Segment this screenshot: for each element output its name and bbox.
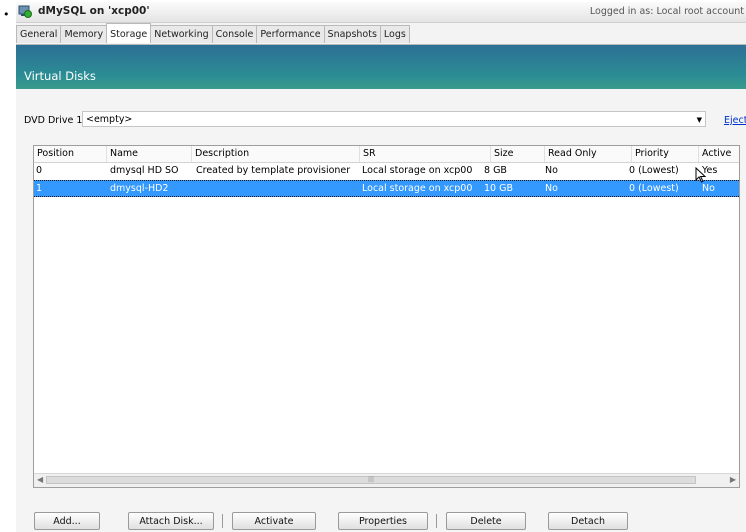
list-bullet: • — [3, 8, 10, 21]
toolbar-separator — [436, 514, 437, 528]
cell-name: dmysql-HD2 — [110, 183, 169, 194]
dvd-drive-select[interactable]: <empty> ▼ — [82, 111, 706, 127]
mouse-cursor-icon — [695, 167, 707, 183]
login-status: Logged in as: Local root account — [589, 6, 744, 17]
column-header-active[interactable]: Active — [698, 146, 731, 162]
tab-performance[interactable]: Performance — [256, 25, 325, 43]
column-header-sr[interactable]: SR — [359, 146, 376, 162]
cell-size: 8 GB — [484, 165, 507, 176]
table-row-selected[interactable]: 1 dmysql-HD2 Local storage on xcp00 10 G… — [34, 180, 739, 197]
window-title: dMySQL on 'xcp00' — [38, 5, 150, 17]
column-header-description[interactable]: Description — [191, 146, 249, 162]
table-row[interactable]: 0 dmysql HD SO Created by template provi… — [34, 163, 739, 180]
tab-memory[interactable]: Memory — [60, 25, 108, 43]
button-bar: Add... Attach Disk... Activate Propertie… — [16, 509, 746, 531]
tab-networking[interactable]: Networking — [150, 25, 213, 43]
properties-button[interactable]: Properties — [338, 512, 428, 530]
cell-size: 10 GB — [484, 183, 513, 194]
cell-sr: Local storage on xcp00 — [362, 183, 473, 194]
tab-console[interactable]: Console — [211, 25, 258, 43]
dvd-drive-value: <empty> — [86, 114, 133, 125]
column-header-position[interactable]: Position — [34, 146, 74, 162]
toolbar-separator — [222, 514, 223, 528]
attach-disk-button[interactable]: Attach Disk... — [128, 512, 214, 530]
scroll-right-icon[interactable]: ▶ — [730, 475, 736, 484]
virtual-disks-table[interactable]: Position Name Description SR Size Read O… — [33, 145, 740, 488]
delete-button[interactable]: Delete — [446, 512, 526, 530]
tab-general[interactable]: General — [16, 25, 62, 43]
add-button[interactable]: Add... — [34, 512, 100, 530]
activate-button[interactable]: Activate — [232, 512, 316, 530]
cell-name: dmysql HD SO — [110, 165, 179, 176]
chevron-down-icon[interactable]: ▼ — [697, 112, 702, 128]
tab-snapshots[interactable]: Snapshots — [323, 25, 381, 43]
panel-title: Virtual Disks — [24, 69, 96, 83]
panel-header: Virtual Disks — [16, 45, 746, 89]
cell-sr: Local storage on xcp00 — [362, 165, 473, 176]
column-header-read-only[interactable]: Read Only — [544, 146, 597, 162]
cell-read-only: No — [545, 183, 558, 194]
scrollbar-thumb[interactable]: ||| — [46, 476, 696, 484]
tab-storage[interactable]: Storage — [106, 23, 152, 43]
eject-link[interactable]: Eject — [724, 115, 746, 126]
vm-running-icon — [18, 5, 32, 18]
cell-read-only: No — [545, 165, 558, 176]
cell-position: 0 — [36, 165, 43, 176]
cell-priority: 0 (Lowest) — [629, 165, 679, 176]
cell-description: Created by template provisioner — [196, 165, 351, 176]
title-bar: dMySQL on 'xcp00' Logged in as: Local ro… — [16, 2, 746, 23]
column-header-priority[interactable]: Priority — [631, 146, 669, 162]
table-header: Position Name Description SR Size Read O… — [34, 146, 739, 163]
horizontal-scrollbar[interactable]: ◀ ||| ▶ — [34, 473, 739, 487]
vm-window: dMySQL on 'xcp00' Logged in as: Local ro… — [16, 2, 746, 532]
dvd-drive-label: DVD Drive 1: — [24, 115, 86, 126]
cell-position: 1 — [36, 183, 43, 194]
storage-panel: Virtual Disks DVD Drive 1: <empty> ▼ Eje… — [16, 44, 746, 532]
detach-button[interactable]: Detach — [548, 512, 628, 530]
column-header-size[interactable]: Size — [490, 146, 514, 162]
column-header-name[interactable]: Name — [106, 146, 138, 162]
cell-active: No — [702, 183, 715, 194]
tab-bar: General Memory Storage Networking Consol… — [16, 23, 410, 44]
scroll-left-icon[interactable]: ◀ — [37, 475, 43, 484]
cell-priority: 0 (Lowest) — [629, 183, 679, 194]
tab-logs[interactable]: Logs — [379, 25, 410, 43]
